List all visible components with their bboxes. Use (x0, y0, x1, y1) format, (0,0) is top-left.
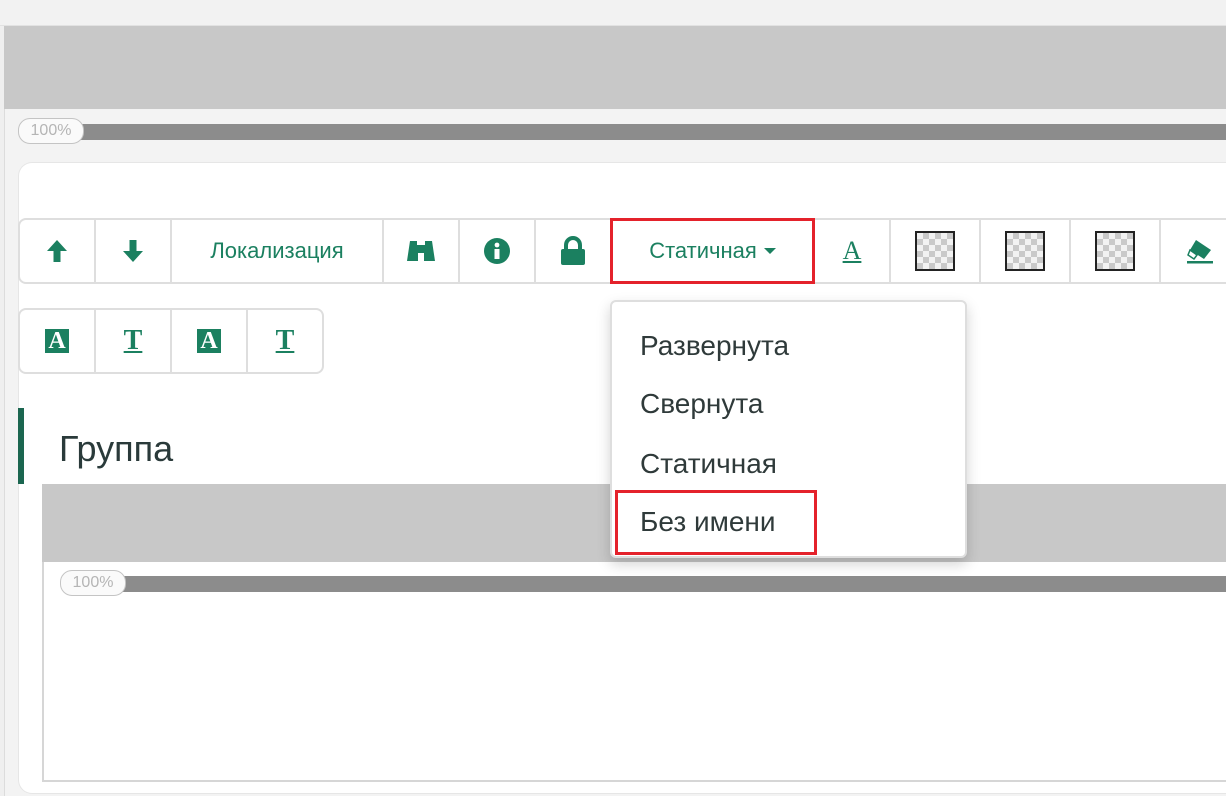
transparent-swatch-icon (1095, 231, 1135, 271)
dropdown-option-expanded[interactable]: Развернута (640, 329, 789, 363)
move-down-button[interactable] (94, 218, 172, 284)
font-box-icon: A (197, 329, 221, 354)
lock-icon (561, 236, 585, 265)
arrow-down-icon (123, 240, 143, 262)
zoom-bar-top[interactable]: 100% (18, 116, 1226, 144)
swatch-button-3[interactable] (1069, 218, 1161, 284)
localization-label: Локализация (210, 238, 344, 263)
text-underline-button-2[interactable]: T (246, 308, 324, 374)
arrow-up-icon (47, 240, 67, 262)
highlight-box (615, 490, 817, 555)
text-underline-button-1[interactable]: T (94, 308, 172, 374)
info-button[interactable] (458, 218, 536, 284)
find-button[interactable] (382, 218, 460, 284)
zoom-percentage: 100% (18, 118, 84, 144)
zoom-track[interactable] (48, 124, 1226, 140)
chevron-down-icon (763, 248, 776, 254)
info-icon (484, 238, 510, 264)
toolbar-main: Локализация Статичная A (18, 218, 1226, 284)
text-underline-icon: T (123, 325, 143, 356)
move-up-button[interactable] (18, 218, 96, 284)
eraser-icon (1187, 240, 1213, 264)
transparent-swatch-icon (915, 231, 955, 271)
swatch-button-2[interactable] (979, 218, 1071, 284)
toolbar-text-styles: A T A T (18, 308, 324, 374)
transparent-swatch-icon (1005, 231, 1045, 271)
group-accent-bar (18, 408, 24, 484)
style-select[interactable]: Статичная (610, 218, 815, 284)
top-gray-band (4, 26, 1226, 109)
zoom-bar-inner[interactable]: 100% (60, 568, 1226, 596)
group-title: Группа (59, 428, 174, 469)
dropdown-option-collapsed[interactable]: Свернута (640, 387, 763, 421)
eraser-button[interactable] (1159, 218, 1226, 284)
zoom-percentage: 100% (60, 570, 126, 596)
top-strip (0, 0, 1226, 26)
font-highlight-button-1[interactable]: A (18, 308, 96, 374)
localization-button[interactable]: Локализация (170, 218, 384, 284)
text-color-icon: A (842, 236, 862, 265)
text-underline-icon: T (275, 325, 295, 356)
dropdown-option-static[interactable]: Статичная (640, 447, 777, 481)
swatch-button-1[interactable] (889, 218, 981, 284)
font-box-icon: A (45, 329, 69, 354)
zoom-track[interactable] (90, 576, 1226, 592)
text-color-button[interactable]: A (813, 218, 891, 284)
lock-button[interactable] (534, 218, 612, 284)
font-highlight-button-2[interactable]: A (170, 308, 248, 374)
binoculars-icon (407, 241, 435, 261)
style-select-value: Статичная (649, 238, 757, 263)
